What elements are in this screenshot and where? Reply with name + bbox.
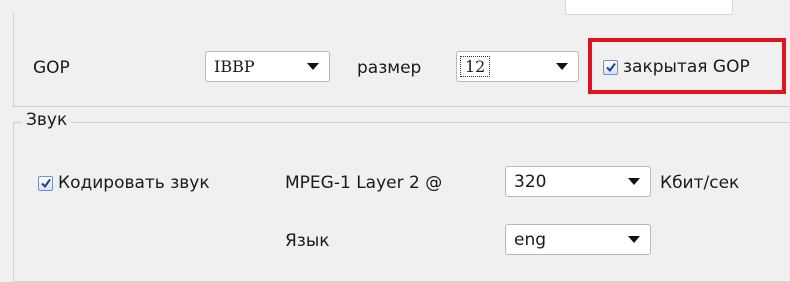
- chevron-down-icon: [556, 63, 568, 70]
- checkbox-box[interactable]: [38, 175, 53, 191]
- bitrate-unit: Кбит/сек: [660, 173, 740, 193]
- chevron-down-icon: [628, 178, 640, 185]
- gop-size-label: размер: [357, 58, 422, 78]
- gop-size-value: 12: [460, 55, 491, 77]
- bitrate-select[interactable]: 320: [505, 166, 651, 197]
- checkmark-icon: [40, 178, 51, 189]
- highlight-box: [588, 38, 786, 94]
- bitrate-value: 320: [514, 171, 547, 192]
- encode-sound-label: Кодировать звук: [58, 173, 210, 193]
- codec-label: MPEG-1 Layer 2 @: [285, 173, 443, 193]
- language-value: eng: [514, 229, 547, 250]
- gop-size-select[interactable]: 12: [456, 51, 579, 82]
- sound-group-box: [13, 122, 790, 282]
- language-select[interactable]: eng: [505, 224, 651, 255]
- gop-label: GOP: [33, 58, 70, 78]
- language-label: Язык: [285, 231, 330, 251]
- gop-type-select[interactable]: IBBP: [205, 51, 330, 82]
- chevron-down-icon: [307, 63, 319, 70]
- gop-type-value: IBBP: [214, 57, 255, 76]
- sound-group-title: Звук: [22, 110, 72, 130]
- encode-sound-checkbox[interactable]: Кодировать звук: [38, 173, 210, 193]
- chevron-down-icon: [628, 236, 640, 243]
